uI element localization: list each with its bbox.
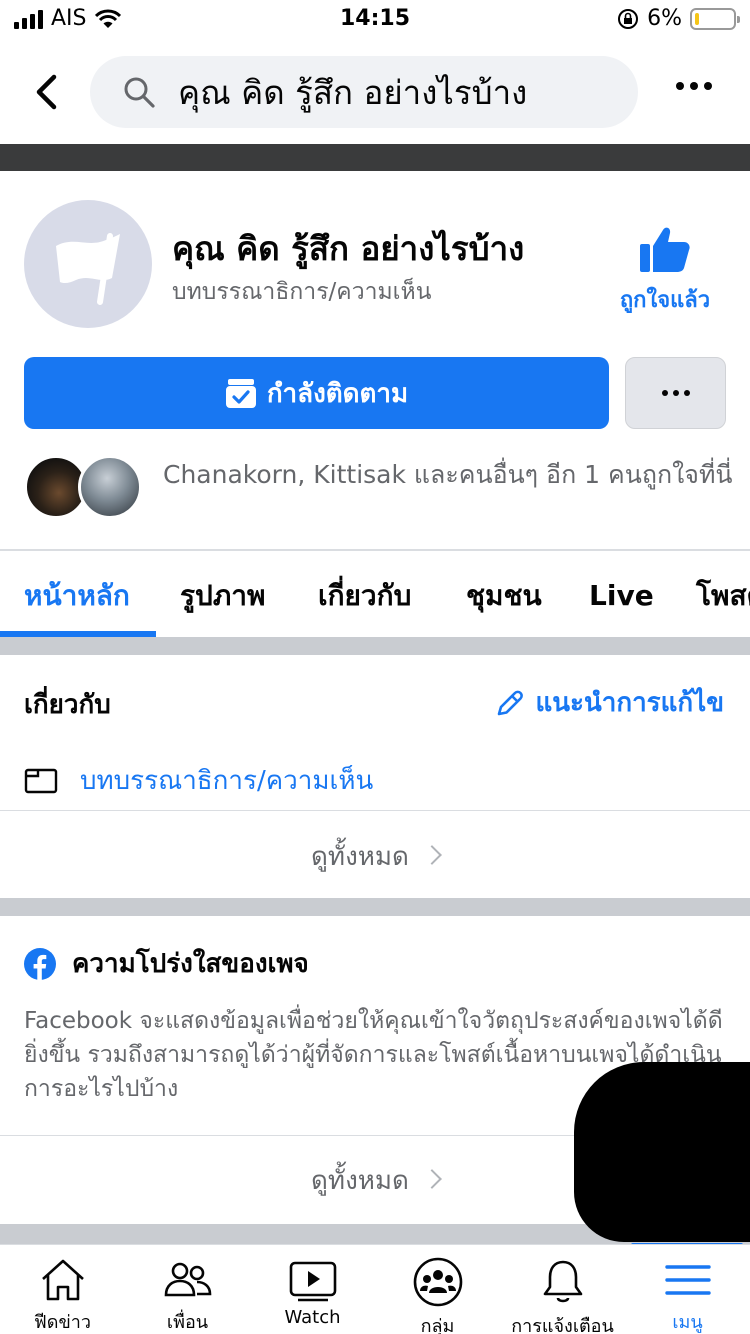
pencil-icon — [498, 690, 524, 715]
status-bar: AIS 14:15 6% — [0, 0, 750, 40]
nav-notifications[interactable]: การแจ้งเตือน — [500, 1245, 625, 1334]
page-avatar[interactable] — [24, 200, 152, 328]
bell-icon — [543, 1260, 582, 1303]
page-more-button[interactable] — [625, 357, 726, 429]
search-text: คุณ คิด รู้สึก อย่างไรบ้าง — [178, 72, 528, 112]
bottom-navigation: ฟีดข่าว เพื่อน Watch กลุ่ม การแจ้งเตือน … — [0, 1244, 750, 1334]
suggest-edit-link[interactable]: แนะนำการแก้ไข — [495, 682, 724, 723]
nav-label: เมนู — [672, 1312, 703, 1333]
battery-percent: 6% — [647, 6, 682, 31]
thumbs-up-icon — [640, 227, 690, 272]
following-check-icon — [225, 379, 256, 408]
liked-label: ถูกใจแล้ว — [619, 288, 711, 313]
tab-photos[interactable]: รูปภาพ — [180, 551, 265, 637]
about-see-all[interactable]: ดูทั้งหมด — [0, 836, 750, 877]
nav-label: Watch — [284, 1307, 341, 1328]
nav-groups[interactable]: กลุ่ม — [375, 1245, 500, 1334]
avatar — [78, 455, 142, 519]
menu-icon — [664, 1265, 711, 1295]
about-category-row[interactable]: บทบรรณาธิการ/ความเห็น — [24, 760, 373, 801]
category-icon — [24, 768, 58, 793]
see-all-label: ดูทั้งหมด — [311, 1166, 409, 1196]
transparency-title: ความโปร่งใสของเพจ — [72, 949, 309, 979]
nav-label: เพื่อน — [166, 1312, 209, 1333]
nav-friends[interactable]: เพื่อน — [125, 1245, 250, 1334]
tab-community[interactable]: ชุมชน — [466, 551, 542, 637]
search-bar[interactable]: คุณ คิด รู้สึก อย่างไรบ้าง — [90, 56, 638, 128]
divider — [0, 810, 750, 811]
suggest-edit-label: แนะนำการแก้ไข — [535, 688, 724, 718]
search-icon — [124, 77, 155, 108]
chevron-right-icon — [422, 1168, 442, 1189]
nav-label: ฟีดข่าว — [34, 1312, 91, 1333]
page-tabs: หน้าหลัก รูปภาพ เกี่ยวกับ ชุมชน Live โพส… — [0, 551, 750, 637]
chevron-right-icon — [422, 844, 442, 865]
liked-button[interactable]: ถูกใจแล้ว — [610, 224, 720, 317]
see-all-label: ดูทั้งหมด — [311, 842, 409, 872]
friends-icon — [164, 1262, 211, 1297]
home-icon — [41, 1259, 84, 1301]
tab-live[interactable]: Live — [589, 551, 654, 637]
cover-strip — [0, 144, 750, 171]
tab-posts[interactable]: โพสต์ — [696, 551, 750, 637]
redaction-blob — [574, 1062, 750, 1242]
back-arrow-icon[interactable] — [30, 72, 64, 112]
about-heading: เกี่ยวกับ — [24, 690, 111, 720]
groups-icon — [413, 1257, 462, 1307]
nav-news-feed[interactable]: ฟีดข่าว — [0, 1245, 125, 1334]
nav-watch[interactable]: Watch — [250, 1245, 375, 1334]
status-right: 6% — [617, 6, 740, 31]
more-options-icon[interactable] — [676, 82, 712, 90]
page-category: บทบรรณาธิการ/ความเห็น — [172, 279, 432, 305]
nav-label: การแจ้งเตือน — [511, 1316, 614, 1334]
orientation-lock-icon — [618, 8, 639, 29]
about-category-link[interactable]: บทบรรณาธิการ/ความเห็น — [80, 760, 373, 801]
nav-label: กลุ่ม — [420, 1316, 455, 1334]
flag-icon — [56, 233, 120, 305]
tab-home[interactable]: หน้าหลัก — [24, 551, 130, 637]
battery-icon — [690, 7, 740, 30]
following-button[interactable]: กำลังติดตาม — [24, 357, 609, 429]
friends-like-text[interactable]: Chanakorn, Kittisak และคนอื่นๆ อีก 1 คนถ… — [163, 458, 733, 492]
tab-about[interactable]: เกี่ยวกับ — [318, 551, 411, 637]
top-header: คุณ คิด รู้สึก อย่างไรบ้าง — [0, 48, 750, 138]
transparency-header: ความโปร่งใสของเพจ — [24, 943, 309, 984]
page-title: คุณ คิด รู้สึก อย่างไรบ้าง — [172, 229, 525, 268]
following-label: กำลังติดตาม — [266, 378, 409, 409]
friend-avatars — [24, 455, 144, 525]
section-divider — [0, 898, 750, 916]
section-divider — [0, 637, 750, 655]
nav-menu[interactable]: เมนู — [625, 1245, 750, 1334]
watch-icon — [289, 1261, 336, 1302]
facebook-icon — [24, 947, 56, 980]
